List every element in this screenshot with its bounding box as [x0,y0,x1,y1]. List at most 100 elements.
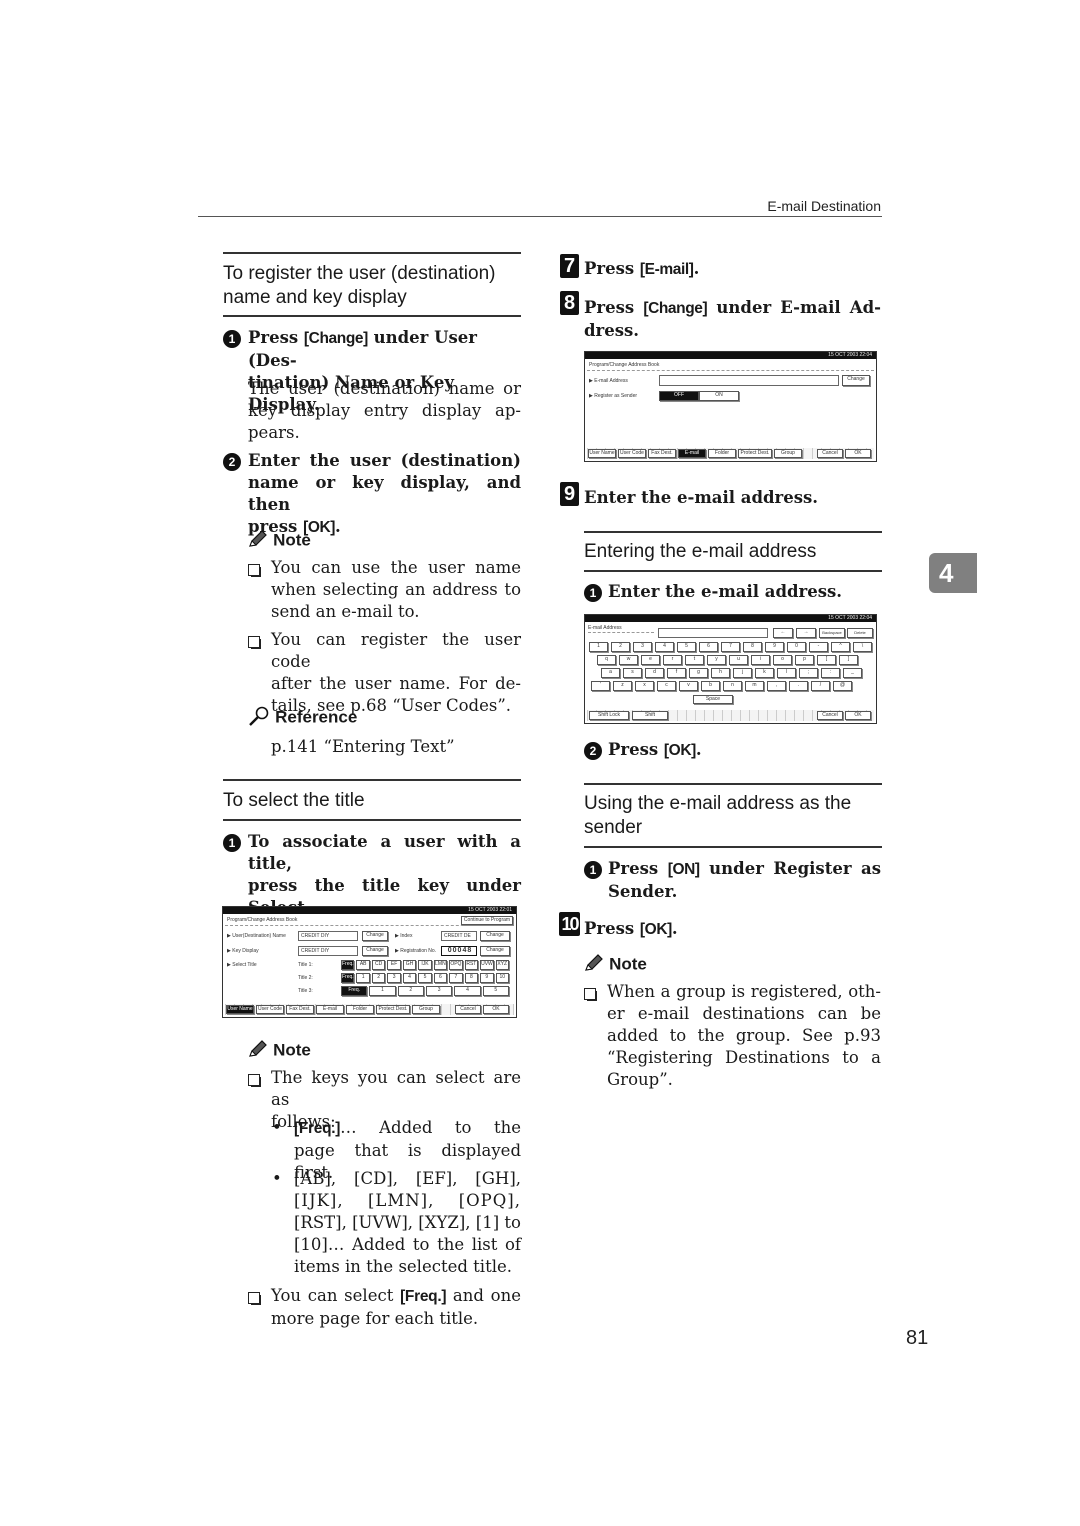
keyboard-key[interactable]: ] [839,655,858,665]
keyboard-key[interactable]: ^ [831,642,850,652]
cancel-button[interactable]: Cancel [817,711,843,720]
tab-folder[interactable]: Folder [346,1005,374,1014]
title-key[interactable]: CD [371,960,386,970]
shift-lock-key[interactable]: Shift Lock [589,711,629,720]
reference-link[interactable]: p.141 “Entering Text” [271,736,455,758]
keyboard-key[interactable]: \ [853,642,872,652]
title-key[interactable]: UVW [480,960,494,970]
keyboard-key[interactable]: z [613,681,632,691]
keyboard-key[interactable]: e [641,655,660,665]
title-key[interactable]: 2 [397,986,424,996]
title-key[interactable]: 4 [402,973,417,983]
sender-off-button[interactable]: OFF [659,391,699,401]
change-name-button[interactable]: Change [362,931,388,941]
shift-key[interactable]: Shift [632,711,668,720]
keyboard-key[interactable]: v [679,681,698,691]
keyboard-key[interactable]: a [601,668,620,678]
ok-button[interactable]: OK [845,711,871,720]
change-index-button[interactable]: Change [480,931,510,941]
title-key[interactable]: 1 [356,973,370,983]
keyboard-key[interactable]: 3 [633,642,652,652]
keyboard-key[interactable]: - [809,642,828,652]
keyboard-key[interactable]: w [619,655,638,665]
keyboard-key[interactable]: 6 [699,642,718,652]
title-key[interactable]: 8 [464,973,479,983]
keyboard-key[interactable]: , [767,681,786,691]
title-key[interactable]: Freq. [341,986,368,996]
index-field[interactable]: CREDIT DE [441,931,477,941]
keyboard-key[interactable]: g [689,668,708,678]
title-key[interactable]: 4 [454,986,481,996]
keyboard-key[interactable]: 8 [743,642,762,652]
title-key[interactable]: 3 [387,973,401,983]
cursor-left-button[interactable]: ← [773,628,793,638]
keyboard-key[interactable]: k [755,668,774,678]
change-email-button[interactable]: Change [842,375,870,386]
keyboard-key[interactable]: f [667,668,686,678]
keyboard-key[interactable]: 1 [589,642,608,652]
title-key[interactable]: XYZ [495,960,509,970]
email-input[interactable] [658,628,768,638]
keyboard-key[interactable]: n [723,681,742,691]
title-key[interactable]: 7 [449,973,463,983]
title-key[interactable]: OPQ [449,960,463,970]
keyboard-key[interactable]: / [811,681,830,691]
keyboard-key[interactable]: c [657,681,676,691]
keyboard-key[interactable]: m [745,681,764,691]
keyboard-key[interactable]: j [733,668,752,678]
change-regno-button[interactable]: Change [480,946,510,956]
keyboard-key[interactable]: 2 [611,642,630,652]
title-key[interactable]: GH [402,960,417,970]
keyboard-key[interactable]: u [729,655,748,665]
keyboard-key[interactable]: 4 [655,642,674,652]
title-key[interactable]: LMN [433,960,448,970]
keyboard-key[interactable]: x [635,681,654,691]
title-key[interactable]: EF [387,960,401,970]
title-key[interactable]: Freq. [341,973,355,983]
keyboard-key[interactable]: _ [843,668,862,678]
title-key[interactable]: 9 [480,973,494,983]
keyboard-key[interactable]: [ [817,655,836,665]
delete-button[interactable]: Delete [847,628,873,638]
tab-group[interactable]: Group [412,1005,440,1014]
key-display-field[interactable]: CREDIT DIY [298,946,358,956]
cancel-button[interactable]: Cancel [817,449,843,458]
keyboard-key[interactable]: 0 [787,642,806,652]
title-key[interactable]: 1 [369,986,396,996]
tab-user-code[interactable]: User Code [256,1005,284,1014]
title-key[interactable]: 5 [482,986,509,996]
keyboard-key[interactable]: 5 [677,642,696,652]
title-key[interactable]: 6 [433,973,448,983]
tab-protect-dest-[interactable]: Protect Dest. [376,1005,410,1014]
title-key[interactable]: 10 [495,973,509,983]
keyboard-key[interactable]: t [685,655,704,665]
keyboard-key[interactable]: l [777,668,796,678]
continue-to-program-button[interactable]: Continue to Program [461,916,513,925]
tab-e-mail[interactable]: E-mail [316,1005,344,1014]
keyboard-key[interactable]: . [789,681,808,691]
tab-user-name[interactable]: User Name [588,449,616,458]
keyboard-key[interactable]: p [795,655,814,665]
registration-no-field[interactable]: 00048 [441,946,477,956]
ok-button[interactable]: OK [845,449,871,458]
keyboard-key[interactable]: d [645,668,664,678]
keyboard-key[interactable]: ' [591,681,610,691]
keyboard-key[interactable]: : [821,668,840,678]
tab-e-mail[interactable]: E-mail [678,449,706,458]
backspace-button[interactable]: Backspace [819,628,845,638]
tab-folder[interactable]: Folder [708,449,736,458]
title-key[interactable]: 5 [418,973,432,983]
keyboard-key[interactable]: s [623,668,642,678]
sender-on-button[interactable]: ON [699,391,739,401]
title-key[interactable]: RST [464,960,479,970]
title-key[interactable]: 3 [426,986,453,996]
email-address-field[interactable] [659,375,839,386]
keyboard-key[interactable]: ; [799,668,818,678]
tab-user-code[interactable]: User Code [618,449,646,458]
keyboard-key[interactable]: @ [833,681,852,691]
keyboard-key[interactable]: y [707,655,726,665]
title-key[interactable]: IJK [418,960,432,970]
space-key[interactable]: Space [693,695,733,704]
keyboard-key[interactable]: b [701,681,720,691]
keyboard-key[interactable]: 9 [765,642,784,652]
